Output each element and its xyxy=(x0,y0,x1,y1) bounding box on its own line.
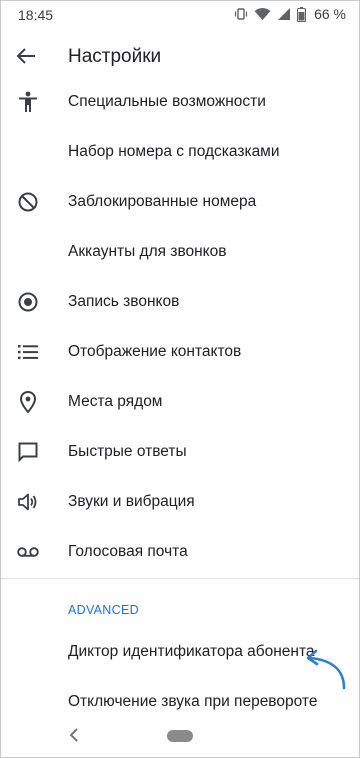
setting-voicemail[interactable]: Голосовая почта xyxy=(0,527,360,577)
setting-nearby-places[interactable]: Места рядом xyxy=(0,377,360,427)
advanced-section-header: ADVANCED xyxy=(68,603,139,617)
navigation-bar xyxy=(0,720,360,758)
chevron-left-icon xyxy=(69,727,79,747)
back-button[interactable] xyxy=(12,44,40,72)
accessibility-icon xyxy=(16,90,40,114)
setting-label: Места рядом xyxy=(68,393,163,410)
vibrate-icon xyxy=(234,7,248,21)
setting-display-contacts[interactable]: Отображение контактов xyxy=(0,327,360,377)
wifi-icon xyxy=(254,7,271,21)
setting-label: Набор номера с подсказками xyxy=(68,143,280,160)
section-divider xyxy=(0,578,360,579)
setting-assisted-dialing[interactable]: Набор номера с подсказками xyxy=(0,127,360,177)
battery-percent: 66 % xyxy=(314,6,346,22)
block-icon xyxy=(16,190,40,214)
setting-call-recording[interactable]: Запись звонков xyxy=(0,277,360,327)
battery-icon xyxy=(297,6,307,22)
setting-label: Отображение контактов xyxy=(68,343,242,360)
setting-label: Диктор идентификатора абонента xyxy=(68,643,315,660)
setting-quick-responses[interactable]: Быстрые ответы xyxy=(0,427,360,477)
setting-label: Отключение звука при перевороте xyxy=(68,693,318,710)
setting-sounds-vibration[interactable]: Звуки и вибрация xyxy=(0,477,360,527)
signal-icon xyxy=(277,7,291,21)
chat-bubble-icon xyxy=(16,440,40,464)
setting-label: Заблокированные номера xyxy=(68,193,257,210)
status-time: 18:45 xyxy=(18,7,54,23)
list-icon xyxy=(16,340,40,364)
setting-calling-accounts[interactable]: Аккаунты для звонков xyxy=(0,227,360,277)
back-arrow-icon xyxy=(16,47,36,70)
volume-icon xyxy=(16,490,40,514)
setting-blocked-numbers[interactable]: Заблокированные номера xyxy=(0,177,360,227)
setting-label: Голосовая почта xyxy=(68,543,188,560)
nav-home-pill[interactable] xyxy=(167,730,193,742)
status-icons: 66 % xyxy=(234,6,346,22)
status-bar: 18:45 66 % xyxy=(0,0,360,30)
annotation-arrow-icon xyxy=(300,646,350,697)
setting-label: Быстрые ответы xyxy=(68,443,187,460)
setting-label: Специальные возможности xyxy=(68,93,266,110)
record-icon xyxy=(16,290,40,314)
setting-label: Звуки и вибрация xyxy=(68,493,195,510)
page-title: Настройки xyxy=(68,46,162,67)
settings-list: Специальные возможности Набор номера с п… xyxy=(0,77,360,577)
setting-label: Аккаунты для звонков xyxy=(68,243,227,260)
nav-back-button[interactable] xyxy=(64,727,84,747)
voicemail-icon xyxy=(16,540,40,564)
setting-label: Запись звонков xyxy=(68,293,180,310)
location-pin-icon xyxy=(16,390,40,414)
setting-accessibility[interactable]: Специальные возможности xyxy=(0,77,360,127)
